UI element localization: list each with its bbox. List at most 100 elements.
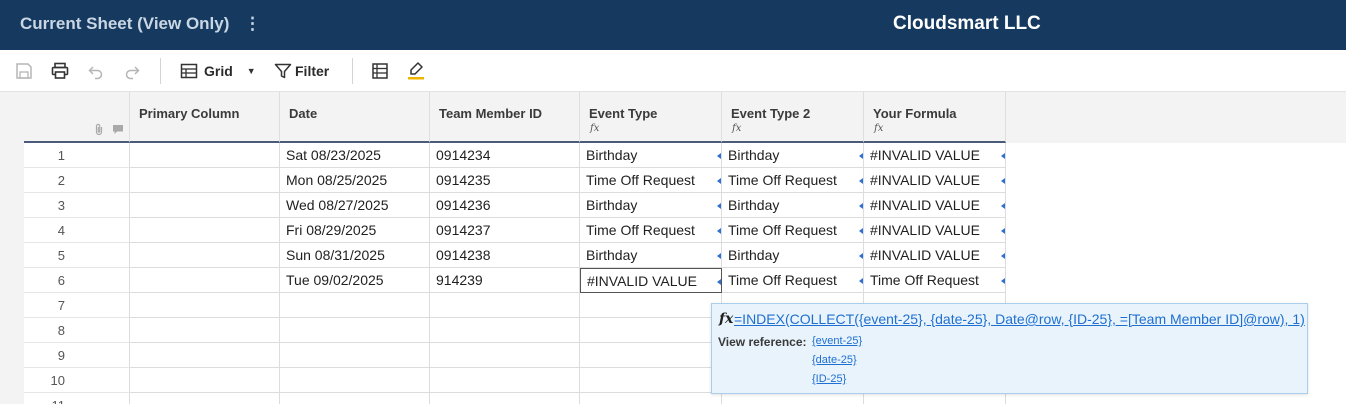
cell-value: Tue 09/02/2025 bbox=[286, 272, 384, 288]
sheet-menu-button[interactable]: ⋮ bbox=[244, 14, 261, 34]
grid-cell[interactable] bbox=[430, 318, 580, 343]
grid-cell[interactable] bbox=[130, 218, 280, 243]
grid-cell[interactable]: Time Off Request bbox=[580, 168, 722, 193]
grid-cell[interactable] bbox=[130, 343, 280, 368]
grid-cell[interactable] bbox=[130, 293, 280, 318]
grid-cell[interactable]: #INVALID VALUE bbox=[864, 218, 1006, 243]
grid-cell[interactable]: Birthday bbox=[722, 193, 864, 218]
grid-cell[interactable]: 0914235 bbox=[430, 168, 580, 193]
grid-cell[interactable] bbox=[280, 293, 430, 318]
formula-tooltip: fx =INDEX(COLLECT({event-25}, {date-25},… bbox=[711, 303, 1308, 394]
grid-cell[interactable]: Birthday bbox=[580, 143, 722, 168]
grid-cell[interactable] bbox=[280, 343, 430, 368]
grid-cell[interactable]: Time Off Request bbox=[864, 268, 1006, 293]
grid-cell[interactable] bbox=[430, 343, 580, 368]
grid-cell-selected[interactable]: #INVALID VALUE bbox=[580, 268, 722, 293]
toolbar: Grid ▼ Filter bbox=[0, 50, 1346, 92]
print-button[interactable] bbox=[48, 50, 72, 92]
grid-cell[interactable]: #INVALID VALUE bbox=[864, 168, 1006, 193]
grid-cell[interactable] bbox=[280, 368, 430, 393]
grid-cell[interactable]: Mon 08/25/2025 bbox=[280, 168, 430, 193]
grid-cell[interactable] bbox=[722, 393, 864, 404]
grid-cell[interactable]: 0914234 bbox=[430, 143, 580, 168]
row-number[interactable]: 8 bbox=[24, 318, 130, 343]
row-number[interactable]: 9 bbox=[24, 343, 130, 368]
formula-text-link[interactable]: =INDEX(COLLECT({event-25}, {date-25}, Da… bbox=[734, 311, 1305, 327]
grid-cell[interactable]: Sun 08/31/2025 bbox=[280, 243, 430, 268]
grid-cell[interactable] bbox=[580, 318, 722, 343]
row-number[interactable]: 3 bbox=[24, 193, 130, 218]
column-header-team-member-id[interactable]: Team Member ID bbox=[430, 92, 580, 143]
grid-cell[interactable]: 0914237 bbox=[430, 218, 580, 243]
grid-cell[interactable] bbox=[130, 393, 280, 404]
row-number[interactable]: 7 bbox=[24, 293, 130, 318]
grid-cell[interactable] bbox=[130, 243, 280, 268]
grid-cell[interactable] bbox=[130, 143, 280, 168]
grid-cell[interactable] bbox=[280, 318, 430, 343]
grid-cell[interactable]: Time Off Request bbox=[722, 218, 864, 243]
row-number[interactable]: 10 bbox=[24, 368, 130, 393]
grid-cell[interactable]: Birthday bbox=[580, 193, 722, 218]
grid-cell[interactable] bbox=[280, 393, 430, 404]
redo-button[interactable] bbox=[120, 50, 144, 92]
row-number[interactable]: 4 bbox=[24, 218, 130, 243]
grid-cell[interactable] bbox=[580, 368, 722, 393]
reference-link[interactable]: {date-25} bbox=[812, 354, 857, 366]
card-view-button[interactable] bbox=[368, 50, 392, 92]
column-header-event-type[interactable]: Event Type fx bbox=[580, 92, 722, 143]
grid-cell[interactable] bbox=[130, 368, 280, 393]
grid-cell[interactable] bbox=[130, 168, 280, 193]
grid-cell[interactable]: Sat 08/23/2025 bbox=[280, 143, 430, 168]
cell-value: 0914237 bbox=[436, 222, 491, 238]
column-header-date[interactable]: Date bbox=[280, 92, 430, 143]
grid-cell[interactable]: 0914236 bbox=[430, 193, 580, 218]
column-formula-marker bbox=[1001, 278, 1005, 284]
grid-cell[interactable]: 914239 bbox=[430, 268, 580, 293]
attachment-icon bbox=[95, 123, 103, 136]
print-icon bbox=[51, 62, 69, 79]
grid-cell[interactable]: Fri 08/29/2025 bbox=[280, 218, 430, 243]
grid-cell[interactable]: #INVALID VALUE bbox=[864, 193, 1006, 218]
column-header-event-type-2[interactable]: Event Type 2 fx bbox=[722, 92, 864, 143]
grid-cell[interactable] bbox=[864, 393, 1006, 404]
grid-cell[interactable]: Birthday bbox=[580, 243, 722, 268]
grid-cell[interactable] bbox=[580, 343, 722, 368]
grid-cell[interactable]: #INVALID VALUE bbox=[864, 243, 1006, 268]
grid-cell[interactable] bbox=[580, 293, 722, 318]
grid-cell[interactable] bbox=[580, 393, 722, 404]
grid-cell[interactable] bbox=[430, 393, 580, 404]
grid-cell[interactable]: Wed 08/27/2025 bbox=[280, 193, 430, 218]
row-number[interactable]: 5 bbox=[24, 243, 130, 268]
cell-value: 0914234 bbox=[436, 147, 491, 163]
grid-cell[interactable]: Birthday bbox=[722, 143, 864, 168]
grid-cell[interactable] bbox=[130, 193, 280, 218]
row-number[interactable]: 11 bbox=[24, 393, 130, 404]
grid-cell[interactable]: Time Off Request bbox=[580, 218, 722, 243]
grid-cell[interactable] bbox=[130, 268, 280, 293]
grid-cell[interactable] bbox=[430, 368, 580, 393]
row-number[interactable]: 2 bbox=[24, 168, 130, 193]
filter-button[interactable]: Filter bbox=[274, 50, 334, 92]
column-formula-marker bbox=[717, 253, 721, 259]
reference-link[interactable]: {ID-25} bbox=[812, 373, 846, 385]
grid-cell[interactable]: Time Off Request bbox=[722, 268, 864, 293]
column-header-your-formula[interactable]: Your Formula fx bbox=[864, 92, 1006, 143]
cell-value: #INVALID VALUE bbox=[870, 197, 980, 213]
highlight-changes-button[interactable] bbox=[404, 50, 428, 92]
grid-cell[interactable]: 0914238 bbox=[430, 243, 580, 268]
grid-cell[interactable]: #INVALID VALUE bbox=[864, 143, 1006, 168]
row-number[interactable]: 1 bbox=[24, 143, 130, 168]
grid-cell[interactable]: Tue 09/02/2025 bbox=[280, 268, 430, 293]
grid-cell[interactable]: Birthday bbox=[722, 243, 864, 268]
view-switcher-button[interactable]: Grid ▼ bbox=[180, 50, 260, 92]
grid-cell[interactable]: Time Off Request bbox=[722, 168, 864, 193]
column-formula-marker bbox=[1001, 153, 1005, 159]
column-header-primary-column[interactable]: Primary Column bbox=[130, 92, 280, 143]
cell-value: Birthday bbox=[586, 147, 638, 163]
grid-cell[interactable] bbox=[430, 293, 580, 318]
grid-cell[interactable] bbox=[130, 318, 280, 343]
save-button[interactable] bbox=[12, 50, 36, 92]
undo-button[interactable] bbox=[84, 50, 108, 92]
row-number[interactable]: 6 bbox=[24, 268, 130, 293]
reference-link[interactable]: {event-25} bbox=[812, 335, 862, 347]
